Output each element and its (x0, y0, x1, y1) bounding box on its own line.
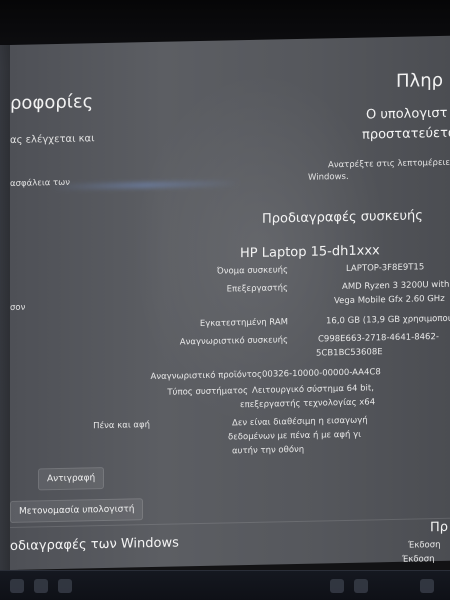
spec-value-pen-touch-line-2: δεδομένων με πένα ή με αφή γι (228, 429, 361, 443)
security-details-line-1: Ανατρέξτε στις λεπτομέρειες σ (328, 157, 450, 171)
windows-edition-label: Έκδοση (408, 539, 441, 551)
device-specs-heading: Προδιαγραφές συσκευής (262, 208, 423, 227)
spec-label-pen-touch: Πένα και αφή (93, 420, 150, 432)
spec-label-system-type: Τύπος συστήματος (167, 386, 248, 398)
spec-value-system-type-line-2: επεξεργαστής τεχνολογίας x64 (240, 397, 376, 411)
device-model: HP Laptop 15-dh1xxx (240, 243, 380, 262)
copy-button[interactable]: Αντιγραφή (38, 467, 105, 491)
right-page-heading-partial: Πληρ (396, 69, 444, 92)
app-icon[interactable] (354, 579, 368, 593)
spec-value-processor: AMD Ryzen 3 3200U with R (342, 279, 450, 293)
spec-value-system-type: Λειτουργικό σύστημα 64 bit, (252, 383, 374, 396)
left-page-heading-partial: ροφορίες (10, 91, 94, 114)
spec-label-ram: Εγκατεστημένη RAM (199, 317, 288, 330)
spec-label-device-name: Όνομα συσκευής (216, 265, 288, 277)
spec-value-device-id: C998E663-2718-4641-8462- (318, 332, 439, 345)
left-partial-label: σον (10, 302, 26, 313)
app-icon[interactable] (58, 579, 72, 593)
start-icon[interactable] (10, 579, 24, 593)
spec-value-pen-touch: Δεν είναι διαθέσιμη η εισαγωγή (232, 415, 368, 429)
app-icon[interactable] (420, 579, 434, 593)
photo-stage: ροφορίες Πληρ ας ελέγχεται και Ο υπολογι… (0, 0, 450, 600)
spec-value-device-id-line-2: 5CB1BC53608E (316, 347, 383, 359)
windows-version-label: Έκδοση (402, 554, 435, 565)
windows-specs-heading-partial: οδιαγραφές των Windows (10, 535, 179, 554)
spec-value-ram: 16,0 GB (13,9 GB χρησιμοποιήσιμ (326, 313, 450, 327)
spec-label-device-id: Αναγνωριστικό συσκευής (179, 335, 288, 348)
security-left-line: ας ελέγχεται και (10, 133, 95, 146)
security-status-title-line-1: Ο υπολογιστ (366, 105, 448, 123)
spec-value-processor-line-2: Vega Mobile Gfx 2.60 GHz (334, 293, 445, 307)
security-left-line-2: ασφάλεια των (10, 177, 70, 189)
spec-value-pen-touch-line-3: αυτήν την οθόνη (232, 444, 305, 457)
settings-about-panel: ροφορίες Πληρ ας ελέγχεται και Ο υπολογι… (10, 35, 450, 570)
spec-value-product-id: 00326-10000-00000-AA4C8 (262, 367, 381, 380)
spec-label-product-id: Αναγνωριστικό προϊόντος (150, 369, 262, 383)
taskbar (0, 570, 450, 600)
app-icon[interactable] (34, 579, 48, 593)
app-icon[interactable] (330, 579, 344, 593)
security-status-title-line-2: προστατεύεται. (362, 125, 450, 143)
blurred-link (50, 180, 240, 191)
spec-value-device-name: LAPTOP-3F8E9T15 (346, 262, 425, 274)
spec-label-processor: Επεξεργαστής (226, 283, 288, 295)
rename-pc-button[interactable]: Μετονομασία υπολογιστή (10, 498, 144, 523)
security-details-line-2: Windows. (308, 171, 349, 183)
windows-specs-heading-right-partial: Πρ (430, 519, 449, 536)
